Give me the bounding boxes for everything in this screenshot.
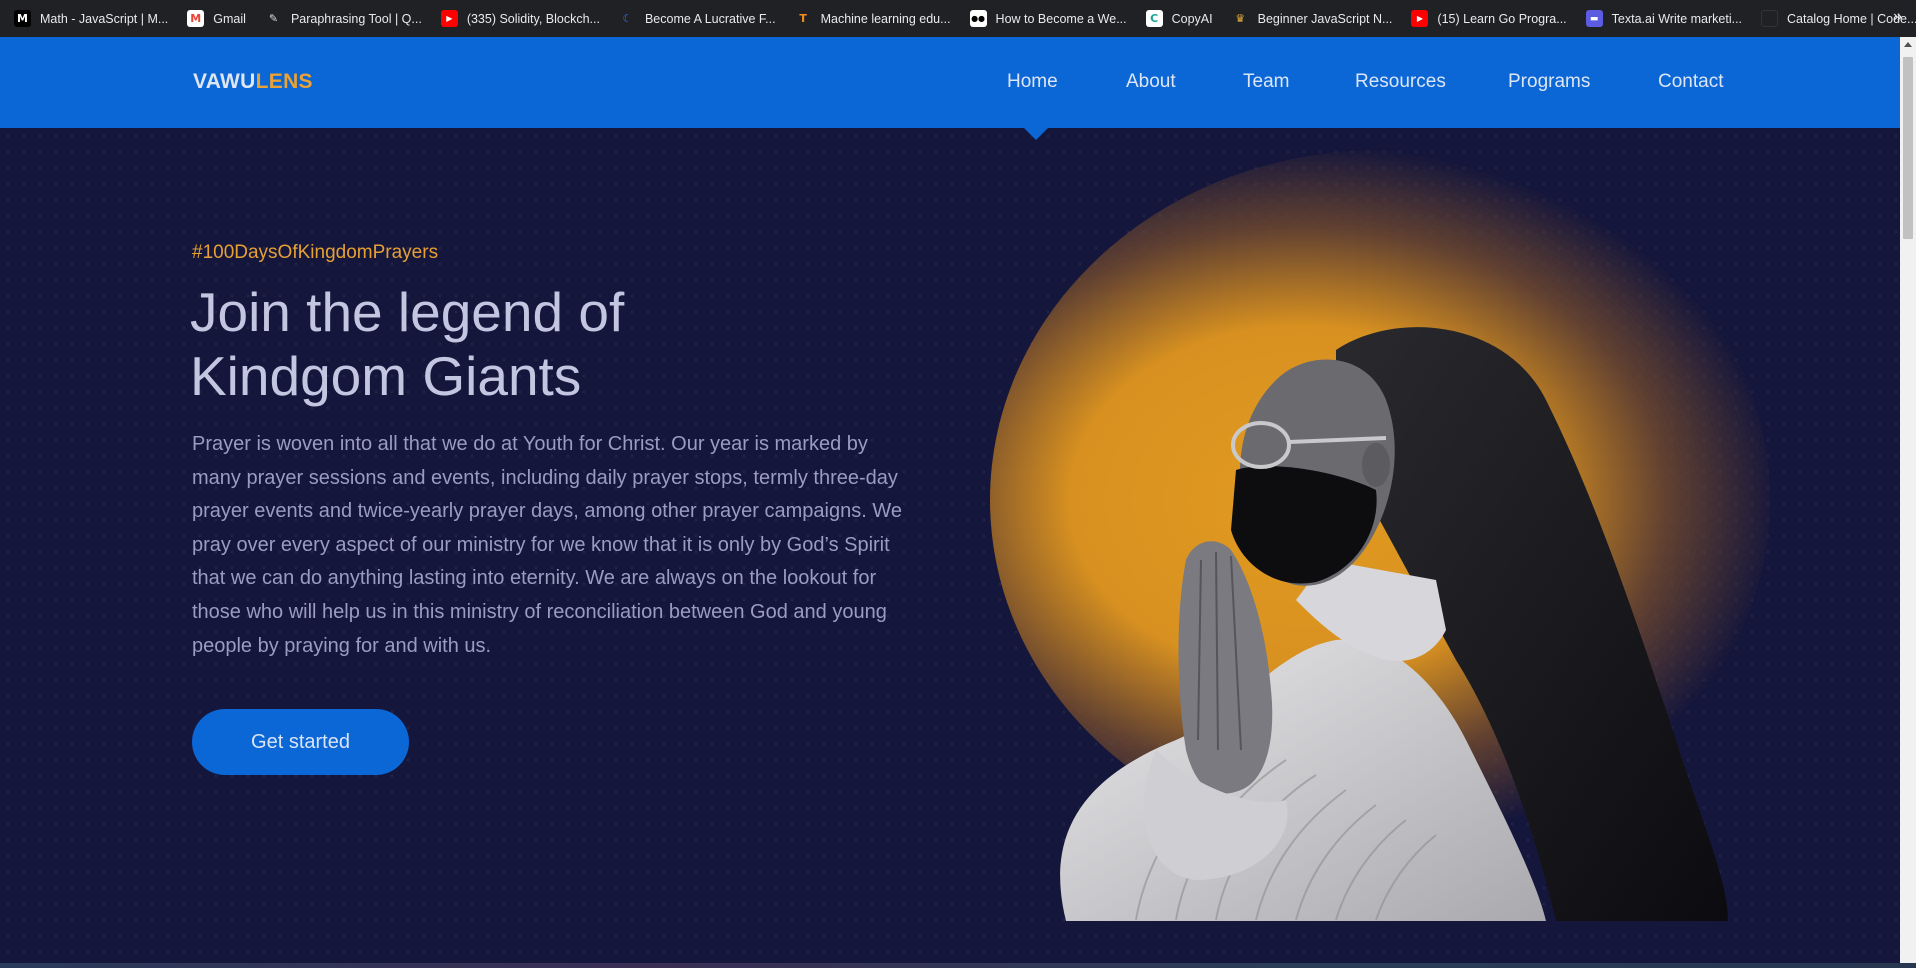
page-scrollbar[interactable] xyxy=(1900,37,1916,963)
youtube-icon: ▶ xyxy=(440,10,458,27)
bookmark-label: Become A Lucrative F... xyxy=(644,11,776,26)
hero-headline: Join the legend of Kindgom Giants xyxy=(190,280,890,408)
bookmark-item[interactable]: ▶ (15) Learn Go Progra... xyxy=(1411,10,1567,27)
bookmark-label: How to Become a We... xyxy=(995,11,1127,26)
bookmark-label: CopyAI xyxy=(1171,11,1213,26)
bookmark-label: (15) Learn Go Progra... xyxy=(1437,11,1567,26)
site-logo[interactable]: VAWULENS xyxy=(193,70,313,94)
copyai-icon: C xyxy=(1145,10,1163,27)
hero-description: Prayer is woven into all that we do at Y… xyxy=(192,433,902,657)
nav-contact[interactable]: Contact xyxy=(1658,71,1723,93)
logo-text-accent: LENS xyxy=(255,70,313,93)
praying-woman-image xyxy=(1060,327,1728,921)
bookmark-label: Machine learning edu... xyxy=(820,11,951,26)
bookmarks-overflow-icon[interactable]: » xyxy=(1893,8,1902,26)
get-started-button[interactable]: Get started xyxy=(192,709,409,775)
bookmark-item[interactable]: ▶ (335) Solidity, Blockch... xyxy=(440,10,600,27)
bookmark-label: Gmail xyxy=(213,11,246,26)
bookmark-item[interactable]: ●● How to Become a We... xyxy=(969,10,1127,27)
gmail-icon: M xyxy=(187,10,205,27)
bookmark-item[interactable]: ✎ Paraphrasing Tool | Q... xyxy=(264,10,422,27)
medium-icon: M xyxy=(14,10,31,27)
youtube-icon: ▶ xyxy=(1411,10,1429,27)
headline-line-1: Join the legend of xyxy=(190,281,625,343)
nav-about[interactable]: About xyxy=(1126,71,1176,93)
bookmark-item[interactable]: ▬ Texta.ai Write marketi... xyxy=(1585,10,1743,27)
logo-text-primary: VAWU xyxy=(193,70,256,93)
headline-line-2: Kindgom Giants xyxy=(190,345,582,407)
active-nav-indicator xyxy=(1024,128,1048,140)
bookmark-item[interactable]: ☾ Become A Lucrative F... xyxy=(618,10,776,27)
hero-hashtag: #100DaysOfKingdomPrayers xyxy=(192,242,439,263)
quill-icon: ✎ xyxy=(264,10,282,27)
bookmark-label: Texta.ai Write marketi... xyxy=(1611,11,1743,26)
bookmark-item[interactable]: T Machine learning edu... xyxy=(794,10,951,27)
scroll-up-arrow-icon[interactable] xyxy=(1904,42,1912,47)
bookmark-item[interactable]: M Math - JavaScript | M... xyxy=(14,10,168,27)
nav-programs[interactable]: Programs xyxy=(1508,71,1590,93)
moon-icon: ☾ xyxy=(618,10,636,27)
bookmark-label: Beginner JavaScript N... xyxy=(1257,11,1393,26)
texta-icon: ▬ xyxy=(1585,10,1603,27)
bookmark-item[interactable]: M Gmail xyxy=(187,10,246,27)
tensorflow-icon: T xyxy=(794,10,812,27)
medium-dots-icon: ●● xyxy=(969,10,987,27)
bookmark-label: Paraphrasing Tool | Q... xyxy=(290,11,422,26)
bookmark-item[interactable]: ♛ Beginner JavaScript N... xyxy=(1231,10,1393,27)
nav-resources[interactable]: Resources xyxy=(1355,71,1446,93)
bookmark-label: (335) Solidity, Blockch... xyxy=(466,11,600,26)
site-navbar: VAWULENS Home About Team Resources Progr… xyxy=(0,37,1900,128)
bookmark-label: Math - JavaScript | M... xyxy=(40,11,169,26)
bookmarks-bar: M Math - JavaScript | M... M Gmail ✎ Paraph… xyxy=(0,0,1916,37)
codecademy-icon xyxy=(1761,10,1779,27)
scroll-thumb[interactable] xyxy=(1903,57,1913,239)
bookmark-item[interactable]: C CopyAI xyxy=(1145,10,1213,27)
nav-home[interactable]: Home xyxy=(1007,71,1058,93)
crown-icon: ♛ xyxy=(1231,10,1249,27)
taskbar-edge xyxy=(0,963,1916,968)
nav-team[interactable]: Team xyxy=(1243,71,1289,93)
